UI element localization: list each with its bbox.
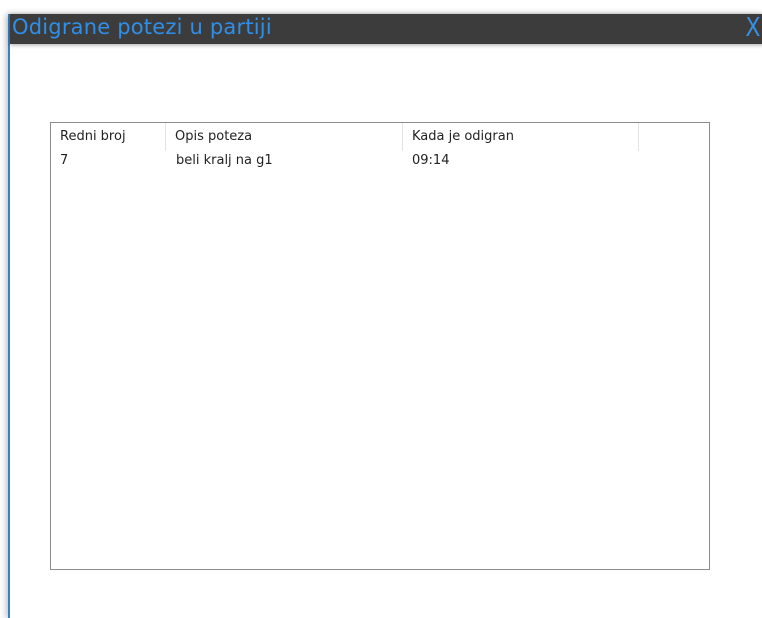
list-item[interactable]: 7 beli kralj na g1 09:14	[51, 151, 709, 171]
moves-list[interactable]: Redni broj Opis poteza Kada je odigran 7…	[50, 122, 710, 570]
close-icon[interactable]: X	[746, 13, 761, 43]
move-number-cell: 7	[60, 153, 69, 168]
window-title: Odigrane potezi u partiji	[12, 15, 272, 39]
title-bar[interactable]: Odigrane potezi u partiji X	[10, 13, 762, 44]
move-description-cell: beli kralj na g1	[176, 153, 273, 168]
played-time-cell: 09:14	[412, 153, 450, 168]
column-header-played-time[interactable]: Kada je odigran	[403, 123, 639, 151]
column-header-move-number[interactable]: Redni broj	[51, 123, 166, 151]
list-header: Redni broj Opis poteza Kada je odigran	[51, 123, 709, 151]
column-header-move-description[interactable]: Opis poteza	[166, 123, 403, 151]
moves-dialog: Odigrane potezi u partiji X Redni broj O…	[8, 13, 762, 618]
